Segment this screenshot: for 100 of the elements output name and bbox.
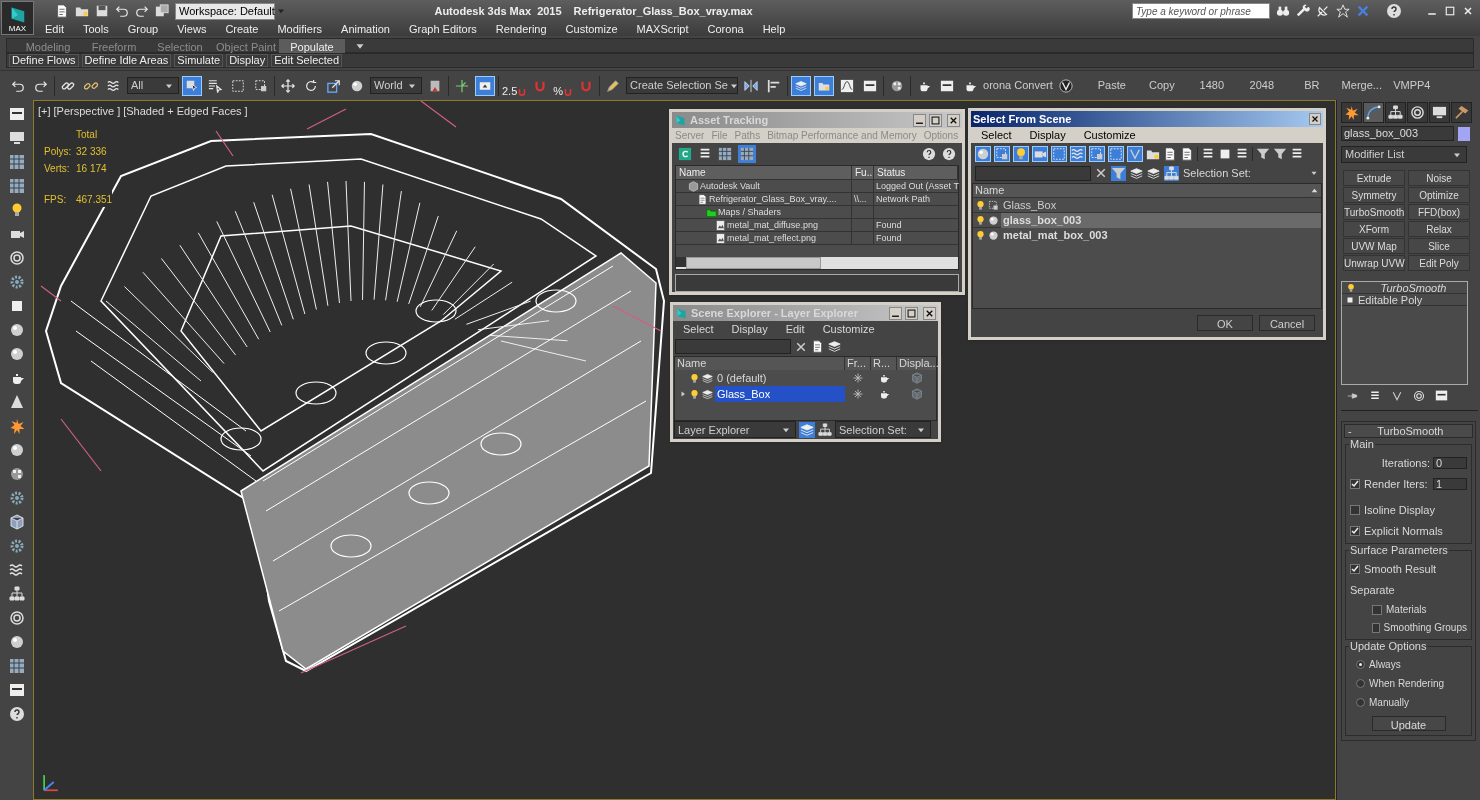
layers-icon[interactable] (1147, 166, 1160, 180)
list-icon[interactable] (698, 147, 712, 161)
column-header[interactable]: Name (676, 166, 852, 179)
menu-item[interactable]: Tools (82, 20, 109, 38)
close-icon[interactable] (923, 306, 936, 320)
cursor-icon[interactable] (182, 75, 202, 96)
menu-item[interactable]: Customize (565, 20, 618, 38)
object-name[interactable]: glass_box_003 (1001, 212, 1321, 228)
menu-item[interactable]: Animation (341, 20, 390, 38)
modifier-button[interactable]: XForm (1343, 221, 1405, 237)
monitor-icon[interactable] (8, 130, 25, 146)
radio-button[interactable] (1356, 698, 1365, 707)
modifier-button[interactable]: FFD(box) (1408, 204, 1470, 220)
monitor-icon[interactable] (1429, 102, 1450, 123)
viewport[interactable] (33, 100, 1336, 800)
menu-item[interactable]: Modifiers (277, 20, 323, 38)
satellite-dish-icon[interactable] (1316, 4, 1330, 18)
asset-name[interactable]: Maps / Shaders (718, 206, 782, 218)
asset-name[interactable]: Refrigerator_Glass_Box_vray.... (709, 193, 837, 206)
funnel-icon[interactable] (1256, 147, 1270, 161)
script-button[interactable]: Copy (1136, 77, 1187, 94)
checkbox[interactable] (1350, 478, 1360, 489)
toolbar-dropdown[interactable]: Create Selection Se (626, 77, 739, 94)
explorer-dropdown[interactable]: Layer Explorer (674, 421, 796, 439)
sphere-icon[interactable] (975, 146, 991, 162)
menu-item[interactable]: Display (1029, 126, 1066, 144)
funnel-icon[interactable] (1273, 147, 1287, 161)
menu-item[interactable]: Graph Editors (408, 20, 477, 38)
bar-icon[interactable] (1369, 389, 1381, 402)
grid-icon[interactable] (8, 178, 25, 194)
list-icon[interactable] (1290, 147, 1304, 161)
ribbon-button[interactable]: Simulate (174, 54, 224, 67)
menu-item[interactable]: Customize (1083, 126, 1136, 144)
binoculars-icon[interactable] (1276, 4, 1290, 18)
snowflake-icon[interactable] (852, 372, 864, 385)
app-menu-button[interactable]: MAX (1, 1, 34, 35)
ribbon-button[interactable]: Display (226, 54, 269, 67)
new-layer-icon[interactable] (811, 340, 824, 354)
layers-icon[interactable] (791, 75, 812, 96)
minimize-icon[interactable] (913, 113, 926, 127)
save-icon[interactable] (95, 4, 109, 18)
menu-item[interactable]: Corona (707, 20, 744, 38)
square-icon[interactable] (1218, 147, 1232, 161)
modifier-button[interactable]: Symmetry (1343, 187, 1405, 203)
selection-set-label[interactable]: Selection Set: (1183, 164, 1305, 182)
modifier-button[interactable]: Relax (1408, 221, 1470, 237)
help-icon[interactable] (8, 706, 25, 722)
update-button[interactable]: Update (1371, 716, 1446, 731)
modifier-button[interactable]: Slice (1408, 238, 1470, 254)
ribbon-button[interactable]: Define Idle Areas (81, 54, 172, 67)
column-header[interactable]: Displa... (897, 356, 942, 370)
gear-icon[interactable] (8, 490, 25, 506)
object-name[interactable]: Glass_Box (1001, 197, 1321, 213)
ribbon-button[interactable]: Edit Selected (271, 54, 343, 67)
close-icon[interactable] (1462, 5, 1474, 17)
toolbar-dropdown[interactable]: All (127, 77, 179, 94)
grid-icon[interactable] (718, 147, 732, 161)
modifier-stack-item[interactable]: TurboSmooth (1360, 281, 1467, 294)
help-icon[interactable] (942, 147, 956, 161)
menu-item[interactable]: Help (762, 20, 786, 38)
cube-icon[interactable] (8, 514, 25, 530)
modifier-button[interactable]: Noise (1408, 170, 1470, 186)
list-icon[interactable] (1235, 147, 1249, 161)
checkbox[interactable] (1350, 505, 1360, 516)
menu-item[interactable]: Group (127, 20, 159, 38)
modifier-button[interactable]: Unwrap UVW (1343, 255, 1405, 271)
window-icon[interactable] (8, 106, 25, 122)
sphere-icon[interactable] (8, 634, 25, 650)
selection-set-dropdown[interactable]: Selection Set: (835, 421, 931, 439)
render-iters-spinner[interactable]: 1 (1433, 477, 1467, 490)
iterations-spinner[interactable]: 0 (1433, 457, 1467, 470)
horizontal-scrollbar[interactable] (676, 257, 958, 269)
column-header[interactable]: Status (874, 166, 958, 179)
checkbox[interactable] (1350, 564, 1360, 575)
teapot-icon[interactable] (878, 372, 890, 385)
folder-icon[interactable] (814, 75, 835, 96)
menu-item[interactable]: Create (225, 20, 259, 38)
menu-item[interactable]: Select (683, 321, 714, 338)
modifier-list-dropdown[interactable]: Modifier List (1341, 146, 1467, 163)
funnel-icon[interactable] (1111, 165, 1126, 181)
object-name[interactable]: metal_mat_box_003 (1001, 227, 1321, 243)
maximize-icon[interactable] (905, 306, 918, 320)
object-color-swatch[interactable] (1458, 126, 1470, 141)
maximize-icon[interactable] (1444, 5, 1456, 17)
undo-icon[interactable] (115, 4, 129, 18)
checkbox[interactable] (1372, 622, 1380, 633)
menu-item[interactable]: Customize (822, 321, 875, 338)
layers-icon[interactable] (799, 421, 815, 438)
rollout-header[interactable]: - TurboSmooth (1344, 424, 1473, 438)
column-header[interactable]: R... (871, 356, 897, 370)
grid-icon[interactable] (8, 658, 25, 674)
dialog-button[interactable]: Cancel (1259, 315, 1315, 331)
hierarchy-icon[interactable] (1385, 102, 1406, 123)
checkbox[interactable] (1372, 604, 1382, 615)
menu-item[interactable]: Rendering (495, 20, 547, 38)
snowflake-icon[interactable] (852, 388, 864, 401)
collapse-toggle[interactable]: - (1348, 422, 1352, 440)
modifier-button[interactable]: TurboSmooth (1343, 204, 1405, 220)
help-icon[interactable] (922, 147, 936, 161)
modifier-button[interactable]: Optimize (1408, 187, 1470, 203)
